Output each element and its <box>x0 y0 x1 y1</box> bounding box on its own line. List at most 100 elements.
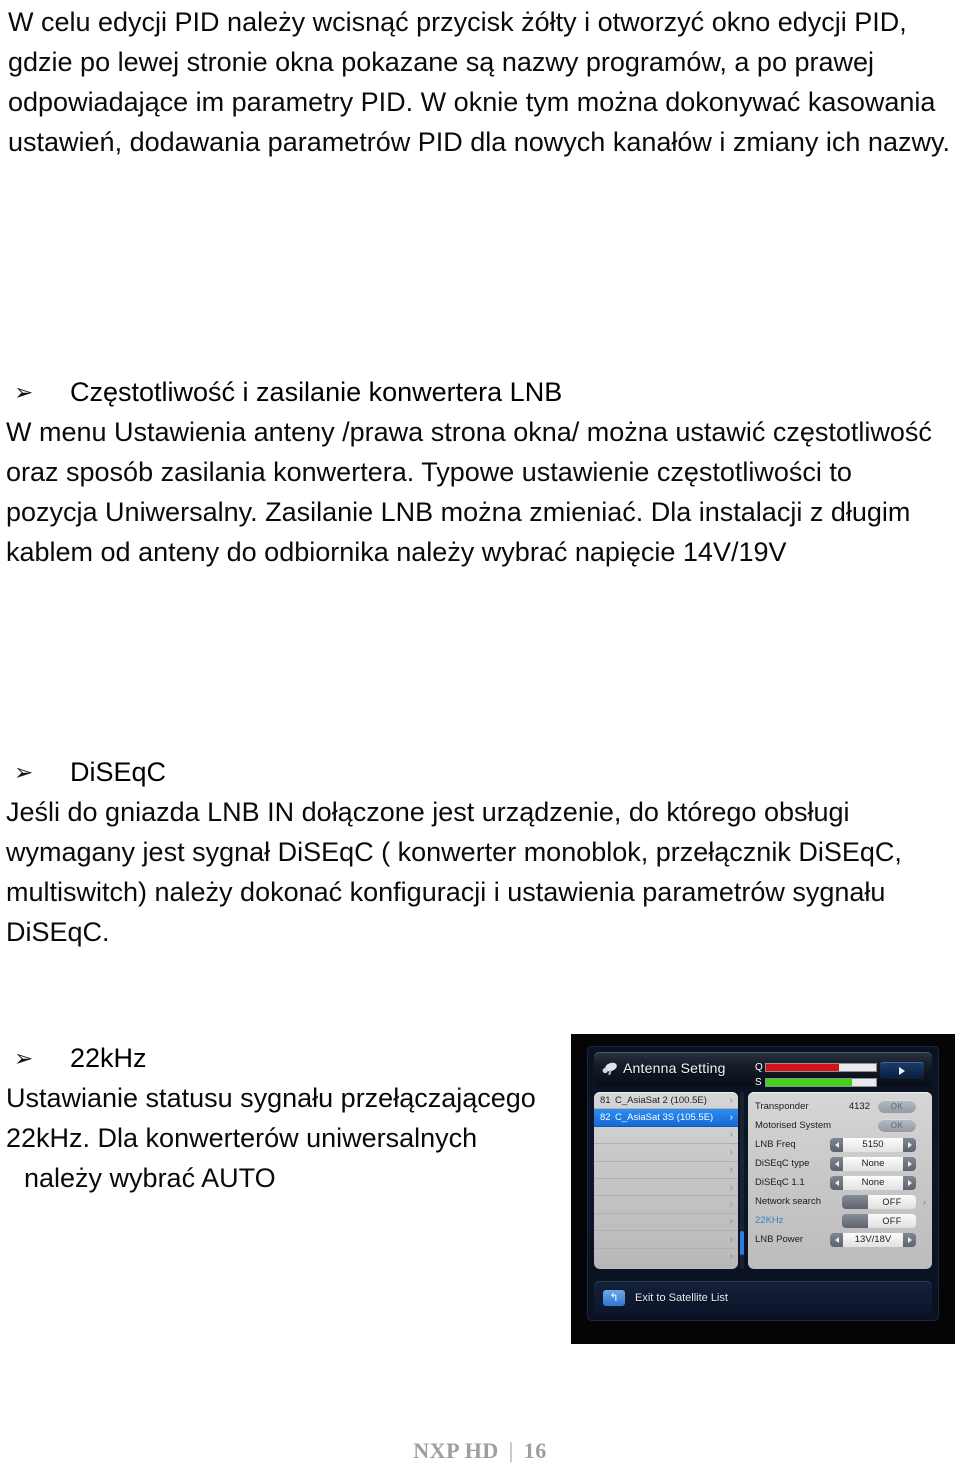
chevron-right-icon: › <box>729 1251 733 1263</box>
setting-toggle[interactable]: OFF <box>842 1194 916 1209</box>
bullet-arrow-icon: ➢ <box>14 759 34 785</box>
footer-separator: | <box>508 1438 514 1463</box>
signal-meters: Q S <box>755 1058 877 1088</box>
footer-page-number: 16 <box>523 1438 547 1463</box>
intro-paragraph: W celu edycji PID należy wcisnąć przycis… <box>8 2 952 162</box>
setting-spinner[interactable]: None <box>830 1156 916 1171</box>
antenna-settings-panel[interactable]: Transponder 4132 OK Motorised System OK LNB F… <box>748 1092 932 1269</box>
spinner-next-button[interactable] <box>903 1175 916 1190</box>
spinner-next-button[interactable] <box>903 1156 916 1171</box>
stb-ui-frame: Antenna Setting Q S 81 C_AsiaSat 2 (100.… <box>587 1046 939 1321</box>
setting-label: LNB Freq <box>755 1139 796 1150</box>
setting-spinner[interactable]: None <box>830 1175 916 1190</box>
ok-button[interactable]: OK <box>878 1100 916 1113</box>
setting-label: Transponder <box>755 1101 809 1112</box>
body-line: Jeśli do gniazda LNB IN dołączone jest u… <box>6 797 850 827</box>
satellite-list-item[interactable]: › <box>594 1144 738 1162</box>
spinner-prev-button[interactable] <box>830 1156 843 1171</box>
exit-to-satellite-list-label[interactable]: Exit to Satellite List <box>635 1292 728 1304</box>
satellite-list-item[interactable]: 82 C_AsiaSat 3S (105.5E) › <box>594 1109 738 1127</box>
chevron-right-icon: › <box>729 1094 733 1106</box>
body-line: wymagany jest sygnał DiSEqC ( konwerter … <box>6 837 902 867</box>
section-heading-label: DiSEqC <box>70 757 167 787</box>
setting-label: Motorised System <box>755 1120 832 1131</box>
setting-spinner[interactable]: 5150 <box>830 1137 916 1152</box>
setting-label: DiSEqC 1.1 <box>755 1177 805 1188</box>
setting-toggle[interactable]: OFF <box>842 1213 916 1228</box>
signal-quality-fill <box>766 1064 839 1071</box>
section-heading-lnb: ➢ Częstotliwość i zasilanie konwertera L… <box>14 372 562 413</box>
satellite-index: 82 <box>600 1112 611 1124</box>
body-line: oraz sposób zasilania konwertera. Typowe… <box>6 457 852 487</box>
setting-label: 22KHz <box>755 1215 784 1226</box>
triangle-right-icon <box>907 1179 912 1186</box>
satellite-list[interactable]: 81 C_AsiaSat 2 (100.5E) › 82 C_AsiaSat 3S (1… <box>594 1092 738 1269</box>
body-line: 22kHz. Dla konwerterów uniwersalnych <box>6 1123 478 1153</box>
setting-spinner[interactable]: 13V/18V <box>830 1232 916 1247</box>
setting-row[interactable]: LNB Freq 5150 <box>755 1135 926 1154</box>
satellite-list-item[interactable]: › <box>594 1196 738 1214</box>
intro-line: ustawień, dodawania parametrów PID dla n… <box>8 127 950 157</box>
ok-button[interactable]: OK <box>878 1119 916 1132</box>
body-line: Ustawianie statusu sygnału przełączające… <box>6 1083 536 1113</box>
scrollbar-thumb[interactable] <box>740 1231 744 1255</box>
triangle-right-icon <box>907 1236 912 1243</box>
toggle-knob[interactable] <box>842 1213 868 1228</box>
satellite-list-item[interactable]: › <box>594 1249 738 1266</box>
setting-value: None <box>843 1156 903 1171</box>
setting-row[interactable]: LNB Power 13V/18V <box>755 1230 926 1249</box>
satellite-list-scrollbar[interactable] <box>740 1092 744 1269</box>
satellite-dish-icon <box>602 1062 617 1076</box>
spinner-prev-button[interactable] <box>830 1175 843 1190</box>
chevron-right-icon: › <box>923 1196 926 1207</box>
body-line: pozycja Uniwersalny. Zasilanie LNB można… <box>6 497 911 527</box>
stb-header-bar: Antenna Setting Q S <box>594 1052 932 1088</box>
triangle-left-icon <box>834 1236 839 1243</box>
spinner-next-button[interactable] <box>903 1137 916 1152</box>
setting-row[interactable]: Motorised System OK <box>755 1116 926 1135</box>
page-footer: NXP HD | 16 <box>0 1438 960 1464</box>
setting-row[interactable]: DiSEqC 1.1 None <box>755 1173 926 1192</box>
setting-value: OFF <box>868 1213 916 1228</box>
setting-label: DiSEqC type <box>755 1158 810 1169</box>
document-page: W celu edycji PID należy wcisnąć przycis… <box>0 0 960 1484</box>
triangle-left-icon <box>834 1141 839 1148</box>
triangle-left-icon <box>834 1179 839 1186</box>
chevron-right-icon: › <box>729 1233 733 1245</box>
toggle-knob[interactable] <box>842 1194 868 1209</box>
body-line: należy wybrać AUTO <box>24 1163 276 1193</box>
setting-value: None <box>843 1175 903 1190</box>
triangle-right-icon <box>907 1141 912 1148</box>
satellite-index: 81 <box>600 1094 611 1106</box>
satellite-list-item[interactable]: › <box>594 1179 738 1197</box>
footer-brand: NXP HD <box>413 1438 499 1463</box>
satellite-list-item[interactable]: › <box>594 1231 738 1249</box>
setting-value: 13V/18V <box>843 1232 903 1247</box>
satellite-list-item[interactable]: › <box>594 1162 738 1179</box>
spinner-prev-button[interactable] <box>830 1137 843 1152</box>
bullet-arrow-icon: ➢ <box>14 1045 34 1071</box>
satellite-list-item[interactable]: 81 C_AsiaSat 2 (100.5E) › <box>594 1092 738 1110</box>
satellite-list-item[interactable]: › <box>594 1127 738 1145</box>
satellite-name: C_AsiaSat 2 (100.5E) <box>615 1094 707 1106</box>
spinner-prev-button[interactable] <box>830 1232 843 1247</box>
signal-strength-row: S <box>755 1077 877 1088</box>
satellite-list-item[interactable]: › <box>594 1214 738 1232</box>
next-page-button[interactable] <box>880 1062 924 1079</box>
section-heading-22khz: ➢ 22kHz <box>14 1038 147 1079</box>
body-line: W menu Ustawienia anteny /prawa strona o… <box>6 417 932 447</box>
satellite-name: C_AsiaSat 3S (105.5E) <box>615 1112 714 1124</box>
back-arrow-icon[interactable]: ↰ <box>603 1290 625 1306</box>
signal-quality-label: Q <box>755 1061 763 1073</box>
signal-strength-label: S <box>755 1076 762 1088</box>
section-heading-label: 22kHz <box>70 1043 147 1073</box>
spinner-next-button[interactable] <box>903 1232 916 1247</box>
setting-row[interactable]: Transponder 4132 OK <box>755 1097 926 1116</box>
signal-strength-fill <box>766 1079 852 1086</box>
setting-value: 4132 <box>848 1101 870 1112</box>
chevron-right-icon: › <box>729 1181 733 1193</box>
setting-row[interactable]: Network search OFF › <box>755 1192 926 1211</box>
setting-row[interactable]: 22KHz OFF <box>755 1211 926 1230</box>
setting-row[interactable]: DiSEqC type None <box>755 1154 926 1173</box>
section-body-lnb: W menu Ustawienia anteny /prawa strona o… <box>6 412 954 572</box>
